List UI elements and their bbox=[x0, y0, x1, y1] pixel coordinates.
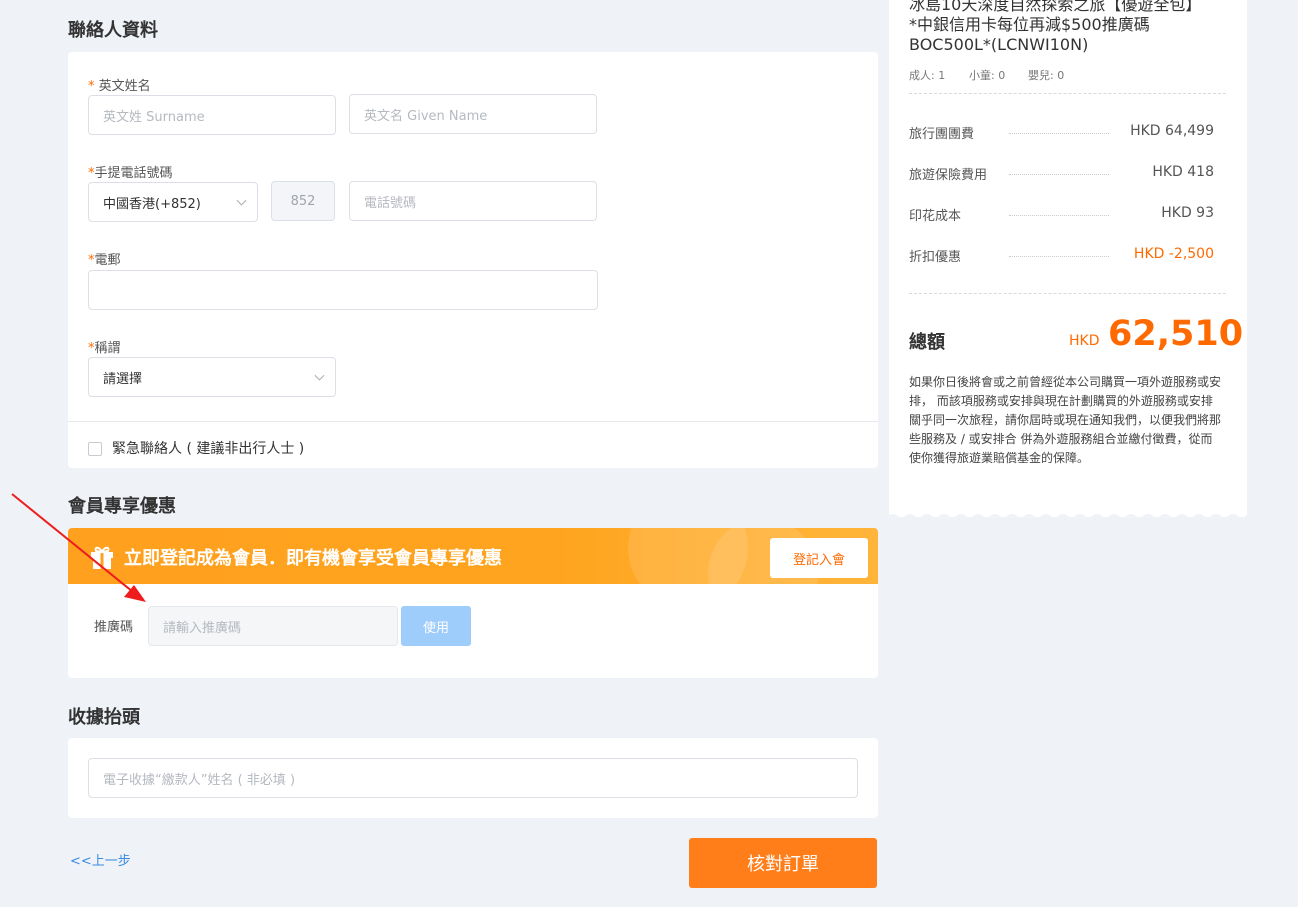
scallop-notch bbox=[1141, 514, 1155, 526]
pax-adult: 成人: 1 bbox=[909, 69, 946, 82]
email-label: *電郵 bbox=[88, 253, 121, 268]
scallop-notch bbox=[971, 514, 985, 526]
disclaimer-text: 如果你日後將會或之前曾經從本公司購買一項外遊服務或安排， 而該項服務或安排與現在… bbox=[909, 375, 1222, 465]
promo-code-label: 推廣碼 bbox=[94, 620, 134, 635]
annotation-arrow-icon bbox=[11, 493, 146, 602]
back-link[interactable]: <<上一步 bbox=[70, 850, 131, 869]
scallop-notch bbox=[1005, 514, 1019, 526]
scallop-notch bbox=[1090, 514, 1104, 526]
scallop-notch bbox=[1107, 514, 1121, 526]
promo-code-input[interactable]: 請輸入推廣碼 bbox=[148, 606, 398, 646]
scallop-notch bbox=[988, 514, 1002, 526]
scallop-notch bbox=[1209, 514, 1223, 526]
email-input[interactable] bbox=[88, 270, 598, 310]
scallop-notch bbox=[1056, 514, 1070, 526]
scallop-notch bbox=[1192, 514, 1206, 526]
total-amount: 62,510 bbox=[1108, 314, 1244, 354]
country-code-field: 852 bbox=[271, 181, 335, 221]
summary-scallop-edge bbox=[889, 512, 1247, 526]
scallop-notch bbox=[937, 514, 951, 526]
price-row-insurance: 旅遊保險費用 HKD 418 bbox=[909, 164, 1214, 183]
contact-section-title: 聯絡人資料 bbox=[68, 20, 158, 41]
country-select[interactable]: 中國香港(+852) bbox=[88, 182, 258, 222]
summary-divider bbox=[909, 293, 1226, 294]
salutation-label: *稱謂 bbox=[88, 341, 121, 356]
scallop-notch bbox=[1039, 514, 1053, 526]
pax-infant: 嬰兒: 0 bbox=[1028, 69, 1065, 82]
scallop-notch bbox=[1175, 514, 1189, 526]
confirm-order-button[interactable]: 核對訂單 bbox=[689, 838, 877, 888]
surname-input[interactable]: 英文姓 Surname bbox=[88, 95, 336, 135]
payer-name-input[interactable]: 電子收據“繳款人”姓名 ( 非必填 ) bbox=[88, 758, 858, 798]
emergency-contact-checkbox[interactable] bbox=[88, 442, 102, 456]
product-title: 冰島10天深度自然探索之旅【優遊全包】 *中銀信用卡每位再減$500推廣碼 BO… bbox=[909, 0, 1202, 54]
chevron-down-icon bbox=[314, 370, 325, 381]
apply-promo-button[interactable]: 使用 bbox=[401, 606, 471, 646]
register-member-button[interactable]: 登記入會 bbox=[770, 538, 868, 578]
salutation-select[interactable]: 請選擇 bbox=[88, 357, 336, 397]
scallop-notch bbox=[889, 514, 900, 526]
given-name-input[interactable]: 英文名 Given Name bbox=[349, 94, 597, 134]
member-banner: 立即登記成為會員．即有機會享受會員專享優惠 登記入會 bbox=[68, 528, 878, 584]
scallop-notch bbox=[920, 514, 934, 526]
scallop-notch bbox=[954, 514, 968, 526]
phone-input[interactable]: 電話號碼 bbox=[349, 181, 597, 221]
scallop-notch bbox=[1022, 514, 1036, 526]
scallop-notch bbox=[1158, 514, 1172, 526]
scallop-notch bbox=[1073, 514, 1087, 526]
receipt-section-title: 收據抬頭 bbox=[68, 707, 140, 728]
scallop-notch bbox=[1124, 514, 1138, 526]
price-row-stamp: 印花成本 HKD 93 bbox=[909, 205, 1214, 224]
price-row-discount: 折扣優惠 HKD -2,500 bbox=[909, 246, 1214, 265]
member-banner-text: 立即登記成為會員．即有機會享受會員專享優惠 bbox=[124, 548, 502, 569]
price-row-tour-fee: 旅行團團費 HKD 64,499 bbox=[909, 123, 1214, 142]
scallop-notch bbox=[903, 514, 917, 526]
total-currency: HKD bbox=[1069, 333, 1100, 349]
pax-child: 小童: 0 bbox=[969, 69, 1006, 82]
contact-divider bbox=[68, 421, 878, 422]
english-name-label: * 英文姓名 bbox=[88, 79, 151, 94]
scallop-notch bbox=[1243, 514, 1247, 526]
total-label: 總額 bbox=[909, 332, 945, 353]
chevron-down-icon bbox=[236, 195, 247, 206]
scallop-notch bbox=[1226, 514, 1240, 526]
phone-label: *手提電話號碼 bbox=[88, 166, 173, 181]
summary-divider bbox=[909, 93, 1226, 94]
emergency-contact-label: 緊急聯絡人 ( 建議非出行人士 ) bbox=[112, 441, 305, 457]
